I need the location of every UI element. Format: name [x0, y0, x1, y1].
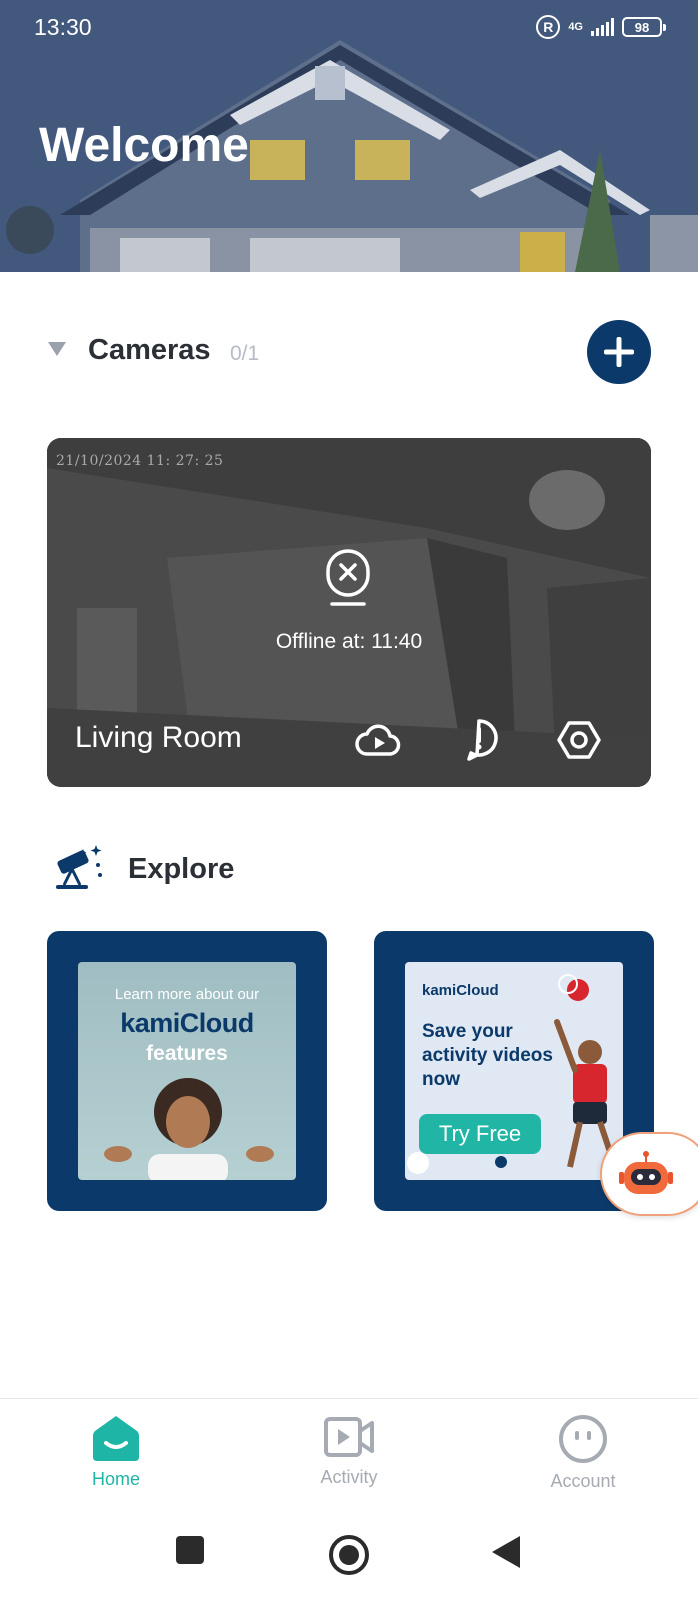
header-banner: 13:30 R 4G 98 Welcome [0, 0, 698, 272]
add-camera-button[interactable] [587, 320, 651, 384]
plus-icon [604, 337, 634, 367]
video-camera-icon [324, 1417, 374, 1457]
status-time: 13:30 [34, 14, 92, 40]
alert-button[interactable] [454, 715, 504, 765]
cameras-title: Cameras [88, 334, 211, 366]
bottom-nav: Home Activity Account [0, 1398, 698, 1506]
page-title: Welcome [39, 119, 249, 172]
account-face-icon [559, 1415, 607, 1463]
camera-card[interactable]: 21/10/2024 11: 27: 25 Offline at: 11:40 … [47, 438, 651, 787]
camera-offline-icon [326, 549, 370, 606]
promo-headline: Save your activity videos now [422, 1021, 553, 1090]
nav-home-label: Home [91, 1469, 140, 1489]
carousel-dot-active [495, 1156, 507, 1168]
back-triangle-icon[interactable] [490, 1534, 522, 1570]
camera-name: Living Room [75, 721, 242, 754]
promo-person-image [104, 1078, 274, 1180]
collapse-triangle-icon[interactable] [48, 342, 66, 356]
status-icons: R 4G 98 [536, 12, 666, 42]
cloud-playback-button[interactable] [353, 715, 403, 765]
promo-card-features[interactable]: Learn more about our kamiCloud features [47, 931, 327, 1211]
network-type: 4G [568, 20, 583, 33]
recents-icon[interactable] [174, 1534, 206, 1566]
cloud-playback-icon [355, 724, 401, 756]
settings-icon [557, 721, 601, 759]
registered-icon: R [536, 15, 561, 39]
try-free-button[interactable]: Try Free [419, 1114, 541, 1154]
camera-timestamp: 21/10/2024 11: 27: 25 [56, 453, 224, 469]
home-circle-icon[interactable] [328, 1534, 370, 1576]
system-nav-bar [0, 1506, 698, 1600]
assistant-bot-button[interactable] [600, 1132, 698, 1216]
battery-level: 98 [634, 19, 650, 35]
nav-activity[interactable]: Activity [284, 1413, 414, 1503]
status-bar: 13:30 R 4G 98 [0, 0, 698, 56]
robot-icon [619, 1151, 673, 1194]
telescope-icon [56, 845, 102, 889]
camera-status-text: Offline at: 11:40 [275, 630, 423, 653]
signal-icon [591, 18, 614, 36]
cameras-count: 0/1 [230, 342, 260, 365]
carousel-dot [407, 1152, 429, 1174]
battery-icon: 98 [622, 17, 666, 37]
explore-title: Explore [128, 853, 235, 885]
nav-activity-label: Activity [320, 1467, 378, 1487]
alert-icon [467, 719, 498, 761]
nav-account[interactable]: Account [518, 1413, 648, 1503]
nav-account-label: Account [550, 1471, 616, 1491]
promo-banner: Learn more about our kamiCloud features [78, 962, 296, 1180]
nav-home[interactable]: Home [51, 1413, 181, 1503]
home-icon [93, 1416, 139, 1461]
promo-banner: kamiCloud Save your activity videos now … [405, 962, 623, 1180]
camera-settings-button[interactable] [554, 715, 604, 765]
cameras-section-header: Cameras 0/1 [48, 320, 651, 386]
